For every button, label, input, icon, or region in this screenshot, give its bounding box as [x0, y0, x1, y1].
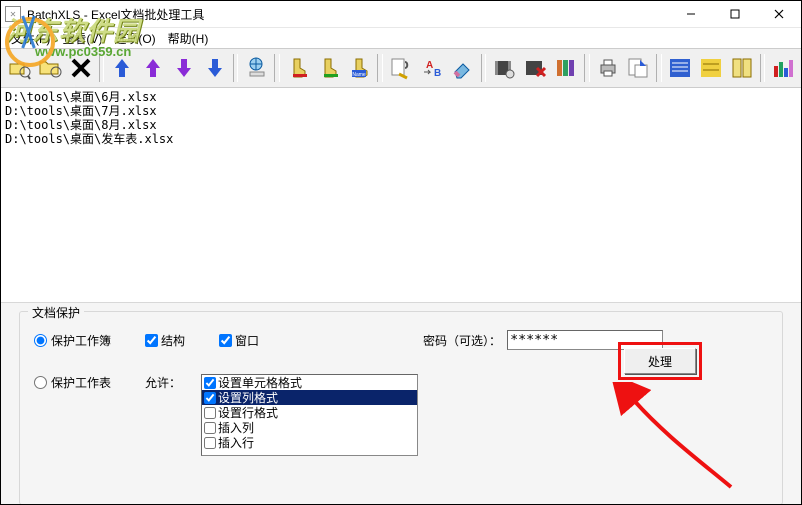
file-list-item[interactable]: D:\tools\桌面\8月.xlsx [5, 118, 797, 132]
checkbox-window[interactable]: 窗口 [219, 332, 259, 349]
chart-icon[interactable] [768, 52, 798, 84]
delete-icon[interactable] [66, 52, 96, 84]
checkbox-label: 窗口 [235, 332, 259, 349]
arrow-up-purple-icon[interactable] [138, 52, 168, 84]
process-highlight: 处理 [618, 342, 702, 380]
menu-options[interactable]: 选项(O) [110, 28, 159, 49]
minimize-button[interactable] [669, 1, 713, 27]
printer-icon[interactable] [593, 52, 623, 84]
blue-panel-icon[interactable] [665, 52, 695, 84]
radio-label: 保护工作簿 [51, 332, 111, 349]
checkbox-label: 结构 [161, 332, 185, 349]
allow-item[interactable]: 设置行格式 [202, 405, 417, 420]
arrow-down-blue-icon[interactable] [200, 52, 230, 84]
menu-help[interactable]: 帮助(H) [164, 28, 213, 49]
menubar: 文件(F) 查看(V) 选项(O) 帮助(H) [1, 28, 801, 48]
browser-icon[interactable] [241, 52, 271, 84]
allow-item[interactable]: 插入列 [202, 420, 417, 435]
boot-red-icon[interactable] [283, 52, 313, 84]
arrow-up-blue-icon[interactable] [107, 52, 137, 84]
open-file-icon[interactable] [4, 52, 34, 84]
open-folder-icon[interactable] [35, 52, 65, 84]
dual-doc-icon[interactable] [727, 52, 757, 84]
toolbar-separator [377, 54, 383, 82]
allow-item[interactable]: 设置单元格格式 [202, 375, 417, 390]
file-list-item[interactable]: D:\tools\桌面\7月.xlsx [5, 104, 797, 118]
toolbar: Name AB [1, 48, 801, 88]
allow-listbox[interactable]: 设置单元格格式设置列格式设置行格式插入列插入行 [201, 374, 418, 456]
replace-text-icon[interactable]: AB [417, 52, 447, 84]
svg-text:A: A [426, 60, 433, 71]
file-list-item[interactable]: D:\tools\桌面\发车表.xlsx [5, 132, 797, 146]
checkbox-structure[interactable]: 结构 [145, 332, 185, 349]
radio-protect-workbook[interactable]: 保护工作簿 [34, 332, 111, 349]
arrow-down-purple-icon[interactable] [169, 52, 199, 84]
radio-label: 保护工作表 [51, 374, 111, 391]
app-icon: ✕ [5, 6, 21, 22]
file-list-item[interactable]: D:\tools\桌面\6月.xlsx [5, 90, 797, 104]
toolbar-separator [656, 54, 662, 82]
panel-legend: 文档保护 [28, 304, 84, 321]
eraser-icon[interactable] [448, 52, 478, 84]
protect-panel: 文档保护 保护工作簿 结构 窗口 密码（可选）： [1, 302, 801, 505]
name-tag-icon[interactable]: Name [345, 52, 375, 84]
toolbar-separator [481, 54, 487, 82]
titlebar: ✕ BatchXLS - Excel文档批处理工具 [1, 1, 801, 28]
svg-text:B: B [434, 68, 441, 79]
maximize-button[interactable] [713, 1, 757, 27]
radio-protect-sheet[interactable]: 保护工作表 [34, 374, 111, 391]
process-button[interactable]: 处理 [624, 348, 696, 374]
menu-view[interactable]: 查看(V) [58, 28, 106, 49]
allow-item[interactable]: 设置列格式 [202, 390, 417, 405]
menu-file[interactable]: 文件(F) [7, 28, 54, 49]
film-gear-icon[interactable] [489, 52, 519, 84]
toolbar-separator [584, 54, 590, 82]
svg-text:Name: Name [352, 72, 366, 78]
boot-green-icon[interactable] [314, 52, 344, 84]
password-label: 密码（可选）： [423, 332, 501, 349]
toolbar-separator [99, 54, 105, 82]
yellow-panel-icon[interactable] [696, 52, 726, 84]
attachment-icon[interactable] [386, 52, 416, 84]
toolbar-separator [233, 54, 239, 82]
books-icon[interactable] [551, 52, 581, 84]
export-icon[interactable] [624, 52, 654, 84]
allow-item[interactable]: 插入行 [202, 435, 417, 450]
allow-label: 允许： [145, 374, 181, 391]
window-title: BatchXLS - Excel文档批处理工具 [27, 6, 669, 23]
toolbar-separator [274, 54, 280, 82]
file-list[interactable]: D:\tools\桌面\6月.xlsx D:\tools\桌面\7月.xlsx … [1, 88, 801, 302]
close-button[interactable] [757, 1, 801, 27]
toolbar-separator [760, 54, 766, 82]
film-delete-icon[interactable] [520, 52, 550, 84]
